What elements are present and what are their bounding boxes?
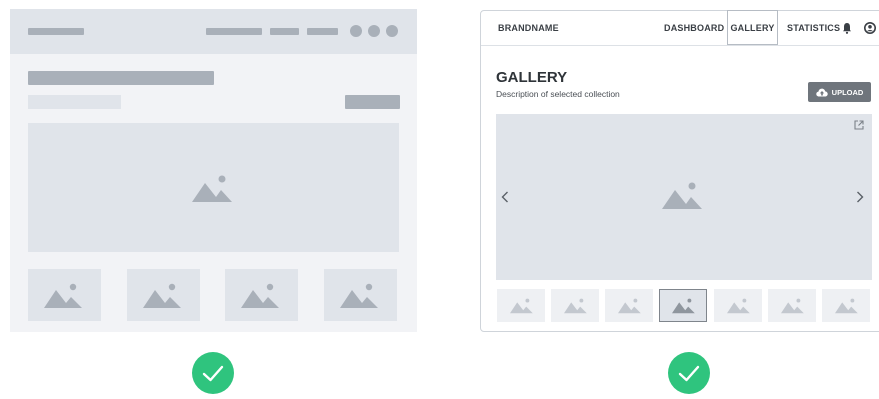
user-account-icon[interactable] bbox=[864, 22, 876, 34]
checkmark-icon bbox=[202, 365, 224, 382]
image-placeholder-icon bbox=[662, 182, 702, 209]
wireframe-hero-image bbox=[28, 123, 399, 252]
bell-icon[interactable] bbox=[842, 22, 852, 34]
wireframe-nav-bar bbox=[270, 28, 299, 35]
image-placeholder-icon bbox=[143, 283, 181, 308]
gallery-thumbnail[interactable] bbox=[605, 289, 653, 322]
wireframe-button-bar bbox=[345, 95, 400, 109]
brand-logo[interactable]: BRANDNAME bbox=[498, 23, 559, 33]
upload-button[interactable]: UPLOAD bbox=[808, 82, 871, 102]
checkmark-icon bbox=[678, 365, 700, 382]
image-placeholder-icon bbox=[618, 298, 641, 314]
approved-check-badge bbox=[192, 352, 234, 394]
upload-button-label: UPLOAD bbox=[831, 87, 864, 97]
gallery-thumbnail[interactable] bbox=[497, 289, 545, 322]
nav-item-label: GALLERY bbox=[730, 22, 775, 33]
gallery-thumbnail[interactable] bbox=[768, 289, 816, 322]
gallery-main-image bbox=[496, 114, 872, 280]
page-title: GALLERY bbox=[496, 69, 568, 86]
chevron-right-icon[interactable] bbox=[855, 191, 864, 203]
wireframe-nav-dot bbox=[386, 25, 398, 37]
wireframe-nav-dot bbox=[350, 25, 362, 37]
collection-description: Description of selected collection bbox=[496, 89, 620, 99]
image-placeholder-icon bbox=[564, 298, 587, 314]
wireframe-nav-dot bbox=[368, 25, 380, 37]
image-placeholder-icon bbox=[44, 283, 82, 308]
gallery-thumbnail-selected[interactable] bbox=[659, 289, 707, 322]
wireframe-subtitle-bar bbox=[28, 95, 121, 109]
approved-check-badge bbox=[668, 352, 710, 394]
wireframe-thumbnail bbox=[127, 269, 200, 321]
nav-divider bbox=[481, 45, 879, 46]
wireframe-thumbnail bbox=[225, 269, 298, 321]
image-placeholder-icon bbox=[192, 175, 232, 202]
nav-item-gallery[interactable]: GALLERY bbox=[727, 10, 778, 45]
gallery-thumbnail[interactable] bbox=[551, 289, 599, 322]
image-placeholder-icon bbox=[727, 298, 750, 314]
gallery-thumbnail[interactable] bbox=[714, 289, 762, 322]
gallery-thumbnail[interactable] bbox=[822, 289, 870, 322]
wireframe-thumbnail bbox=[324, 269, 397, 321]
wireframe-nav-bar bbox=[206, 28, 262, 35]
cloud-upload-icon bbox=[815, 88, 828, 96]
image-placeholder-icon bbox=[672, 298, 695, 314]
image-placeholder-icon bbox=[510, 298, 533, 314]
nav-item-statistics[interactable]: STATISTICS bbox=[787, 23, 840, 33]
image-placeholder-icon bbox=[781, 298, 804, 314]
wireframe-thumbnail bbox=[28, 269, 101, 321]
chevron-left-icon[interactable] bbox=[501, 191, 510, 203]
image-placeholder-icon bbox=[241, 283, 279, 308]
nav-item-dashboard[interactable]: DASHBOARD bbox=[664, 23, 724, 33]
wireframe-logo-bar bbox=[28, 28, 84, 35]
wireframe-title-bar bbox=[28, 71, 214, 85]
image-placeholder-icon bbox=[340, 283, 378, 308]
wireframe-nav-bar bbox=[307, 28, 338, 35]
open-external-icon[interactable] bbox=[854, 120, 864, 130]
image-placeholder-icon bbox=[835, 298, 858, 314]
